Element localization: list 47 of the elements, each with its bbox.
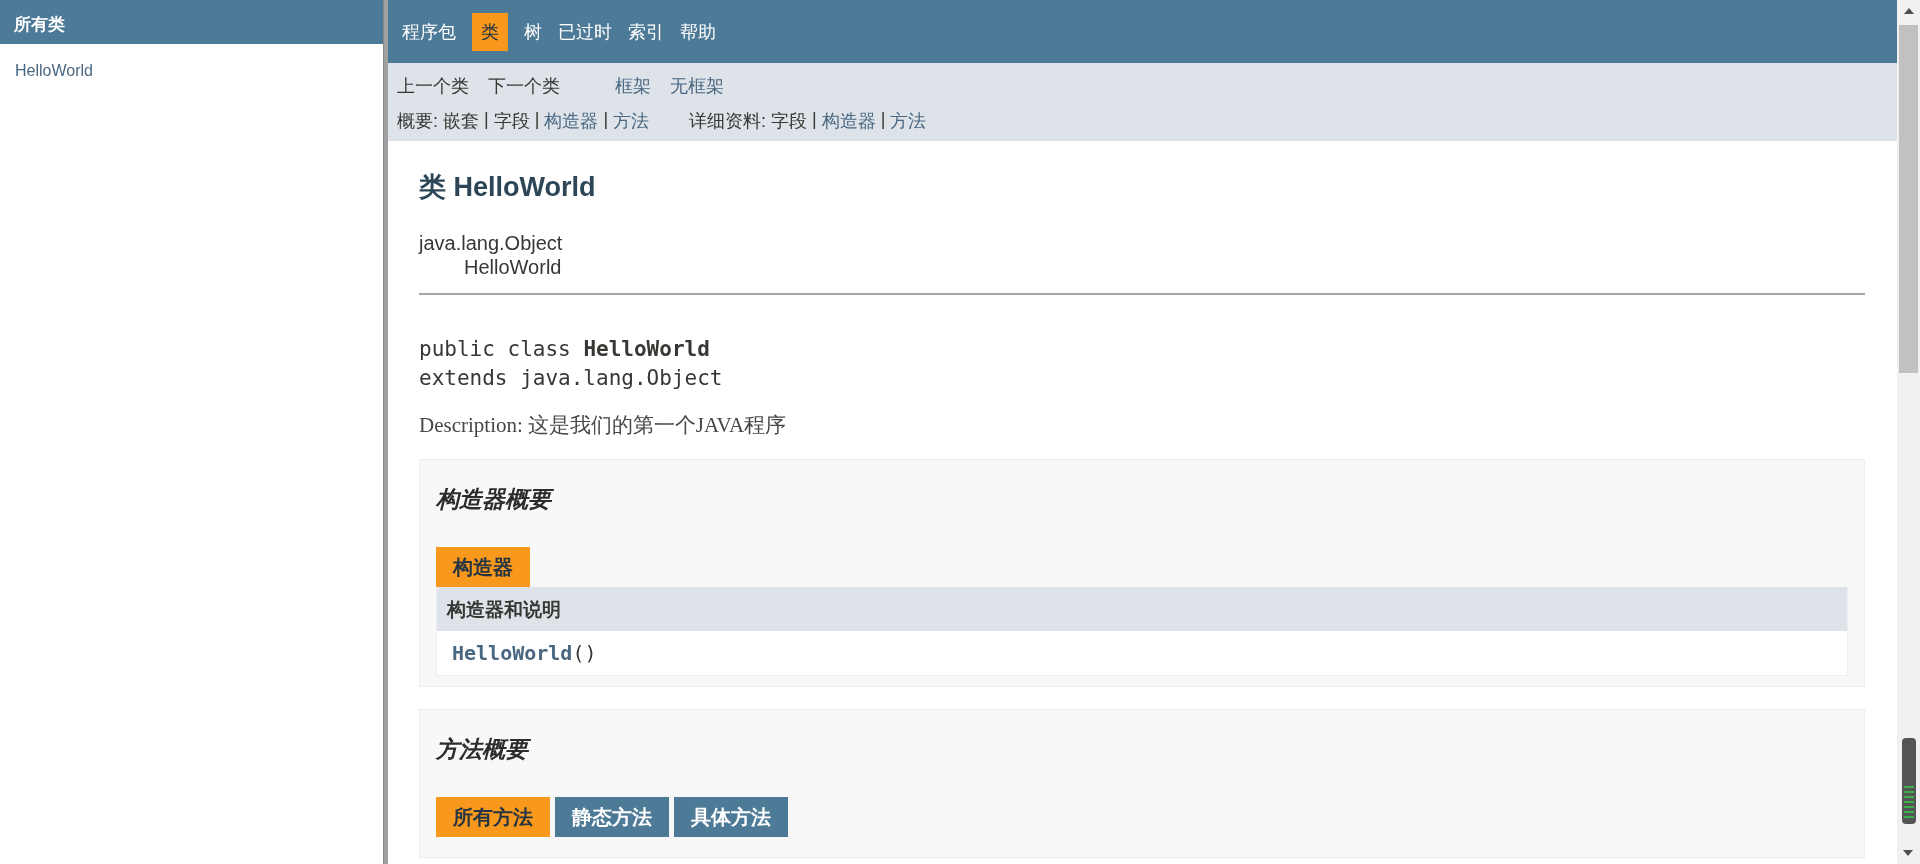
- section-heading: 构造器概要: [436, 460, 1848, 534]
- summary-text: 嵌套: [443, 110, 479, 133]
- method-filter-tab[interactable]: 具体方法: [674, 797, 788, 837]
- summary-text: 字段: [493, 110, 530, 133]
- summary-link[interactable]: 方法: [613, 109, 650, 133]
- separator: |: [603, 109, 609, 131]
- detail-label: 详细资料:: [689, 110, 767, 133]
- constructor-link[interactable]: HelloWorld: [452, 641, 573, 665]
- separator: |: [812, 109, 817, 131]
- scroll-up-icon[interactable]: [1903, 8, 1914, 14]
- separator: |: [484, 109, 489, 131]
- parameter-list: (): [572, 641, 597, 665]
- section-heading: 方法概要: [436, 710, 1848, 784]
- scrollbar[interactable]: [1897, 0, 1920, 864]
- nav-tab[interactable]: 帮助: [675, 13, 721, 51]
- detail-link[interactable]: 构造器: [821, 109, 876, 133]
- scroll-thumb[interactable]: [1899, 25, 1918, 373]
- method-filter-tab[interactable]: 静态方法: [555, 797, 669, 837]
- class-signature-line: extends java.lang.Object: [419, 365, 724, 392]
- nav-link[interactable]: 无框架: [670, 74, 724, 98]
- scroll-down-icon[interactable]: [1903, 850, 1913, 856]
- detail-text: 字段: [771, 110, 808, 133]
- nav-tab[interactable]: 已过时: [553, 13, 617, 51]
- sidebar-title: 所有类: [0, 0, 383, 44]
- nav-link[interactable]: 框架: [615, 74, 651, 98]
- hierarchy-entry: java.lang.Object: [419, 231, 564, 255]
- table-caption-tab[interactable]: 构造器: [436, 547, 530, 587]
- detail-link[interactable]: 方法: [890, 109, 927, 133]
- summary-label: 概要:: [397, 110, 438, 133]
- nav-text: 下一个类: [488, 75, 560, 98]
- separator: |: [880, 109, 886, 131]
- class-signature-line: public class HelloWorld: [419, 336, 711, 363]
- level-meter-icon: [1902, 738, 1916, 824]
- separator: |: [534, 109, 540, 131]
- class-title: 类 HelloWorld: [419, 171, 597, 204]
- class-link[interactable]: HelloWorld: [15, 62, 93, 80]
- description-text: 这是我们的第一个JAVA程序: [527, 413, 787, 437]
- nav-tab[interactable]: 树: [519, 13, 547, 51]
- nav-tab[interactable]: 类: [472, 13, 508, 51]
- nav-tab[interactable]: 程序包: [397, 13, 461, 51]
- hierarchy-entry: HelloWorld: [463, 255, 563, 279]
- description-label: Description:: [419, 413, 523, 437]
- column-header: 构造器和说明: [437, 587, 1847, 631]
- nav-text: 上一个类: [397, 75, 469, 98]
- method-filter-tab[interactable]: 所有方法: [436, 797, 550, 837]
- nav-tab[interactable]: 索引: [623, 13, 669, 51]
- summary-link[interactable]: 构造器: [544, 109, 599, 133]
